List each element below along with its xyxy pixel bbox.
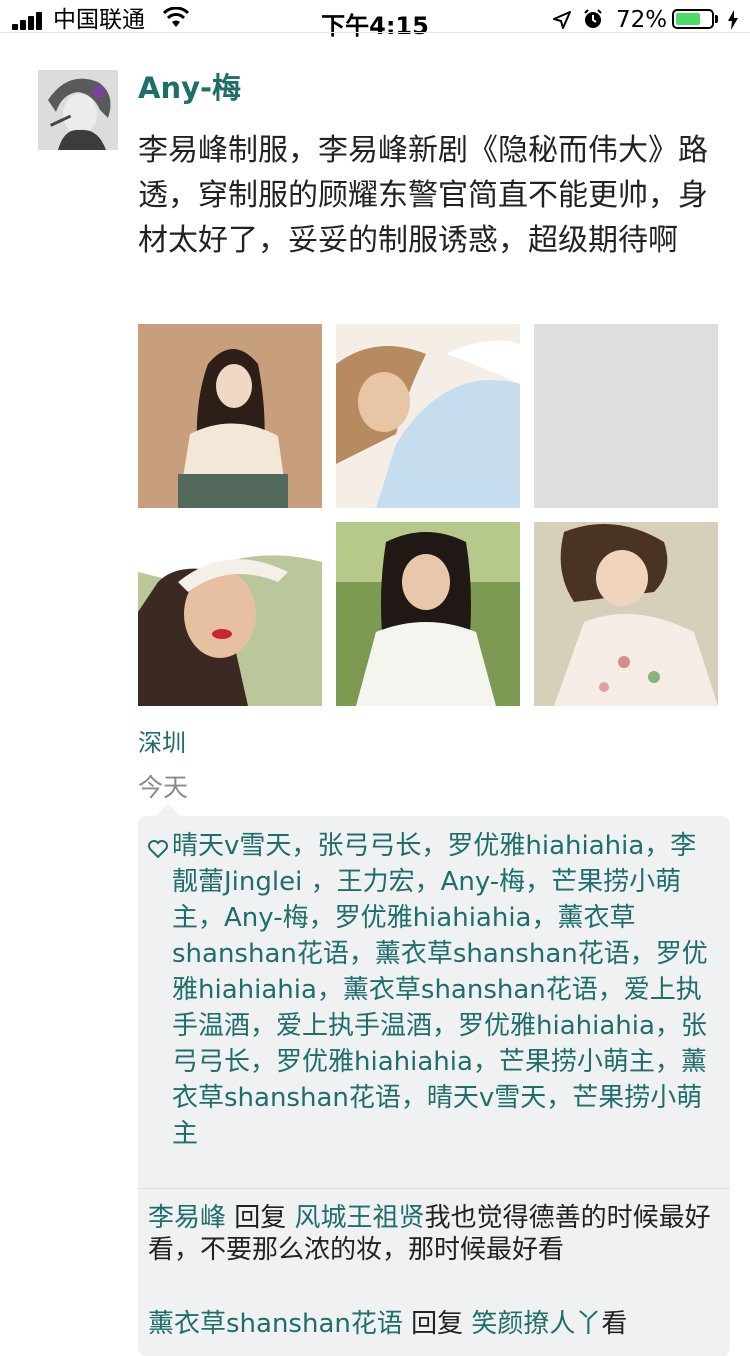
comment-1[interactable]: 李易峰 回复 风城王祖贤我也觉得德善的时候最好看，不要那么浓的妆，那时候最好看: [148, 1202, 718, 1266]
battery-percent: 72%: [616, 7, 668, 33]
photo-grid: [138, 324, 718, 706]
comment-author[interactable]: 薰衣草shanshan花语: [148, 1309, 403, 1339]
avatar[interactable]: [38, 70, 118, 150]
panel-divider: [138, 1188, 730, 1189]
photo-2[interactable]: [336, 324, 520, 508]
likes-comments-panel: 晴天v雪天，张弓弓长，罗优雅hiahiahia，李靓蕾Jinglei ，王力宏，…: [138, 816, 730, 1356]
status-divider: [0, 32, 750, 33]
battery-tip: [715, 15, 718, 23]
battery-icon: [672, 9, 714, 29]
comment-author[interactable]: 李易峰: [148, 1203, 226, 1233]
location-arrow-icon: [553, 11, 571, 29]
heart-icon: [148, 840, 168, 858]
photo-4[interactable]: [138, 522, 322, 706]
alarm-icon: [584, 9, 602, 28]
comment-target[interactable]: 风城王祖贤: [295, 1203, 425, 1233]
photo-5[interactable]: [336, 522, 520, 706]
post-author[interactable]: Any-梅: [138, 70, 241, 106]
like-names[interactable]: 晴天v雪天，张弓弓长，罗优雅hiahiahia，李靓蕾Jinglei ，王力宏，…: [172, 828, 720, 1152]
reply-word: 回复: [402, 1309, 472, 1339]
charging-bolt-icon: [728, 10, 738, 30]
post-text: 李易峰制服，李易峰新剧《隐秘而伟大》路透，穿制服的顾耀东警官简直不能更帅，身材太…: [138, 133, 708, 258]
post-time: 今天: [138, 773, 189, 802]
avatar-illustration: [38, 70, 118, 150]
photo-6[interactable]: [534, 522, 718, 706]
reply-word: 回复: [226, 1203, 295, 1233]
status-bar: 中国联通 下午4:15 72%: [0, 0, 750, 40]
comment-text: 看: [601, 1309, 628, 1339]
comment-target[interactable]: 笑颜撩人丫: [471, 1309, 601, 1339]
comment-2[interactable]: 薰衣草shanshan花语 回复 笑颜撩人丫看: [148, 1308, 718, 1340]
post-location[interactable]: 深圳: [138, 723, 186, 758]
photo-1[interactable]: [138, 324, 322, 508]
panel-pointer: [156, 804, 180, 816]
photo-3[interactable]: [534, 324, 718, 508]
